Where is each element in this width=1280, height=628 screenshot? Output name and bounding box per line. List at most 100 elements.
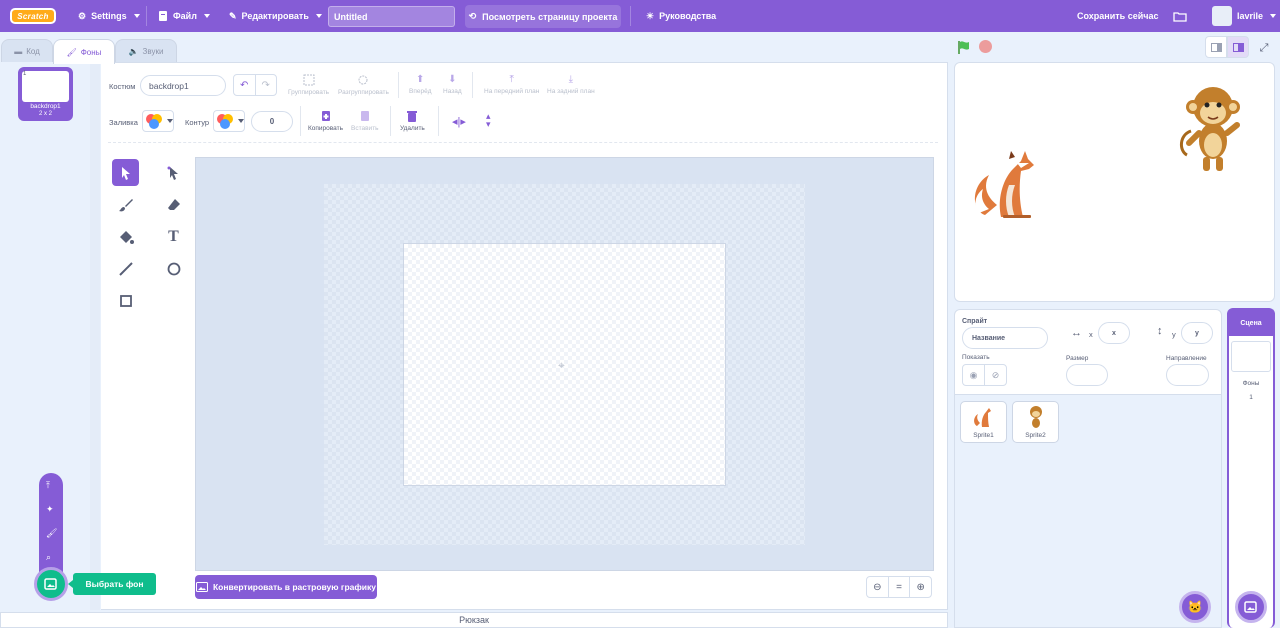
bring-front-button[interactable]: ⤒ На передний план — [484, 74, 539, 95]
circle-tool[interactable] — [160, 255, 187, 282]
y-label: y — [1172, 330, 1176, 339]
paint-bucket-icon — [119, 230, 134, 244]
fox-sprite — [974, 151, 1034, 218]
settings-menu[interactable]: ⚙ Settings — [78, 0, 140, 32]
backdrops-label: Фоны — [1242, 380, 1260, 387]
paste-icon — [360, 111, 369, 121]
stage-selector[interactable]: Сцена Фоны 1 — [1227, 308, 1275, 628]
ungroup-button[interactable]: Разгруппировать — [338, 74, 389, 96]
backdrop-preview — [22, 71, 69, 102]
outline-color-picker[interactable] — [213, 110, 245, 132]
convert-to-bitmap-button[interactable]: Конвертировать в растровую графику — [195, 575, 377, 599]
fill-color-picker[interactable] — [142, 110, 174, 132]
backpack-bar[interactable]: Рюкзак — [0, 612, 948, 628]
x-input[interactable]: x — [1098, 322, 1130, 344]
choose-sprite-button[interactable]: 🐱 — [1179, 591, 1211, 623]
paintbrush-icon: 🖌 — [66, 47, 77, 57]
eraser-tool[interactable] — [160, 191, 187, 218]
eye-off-icon[interactable]: ⊘ — [985, 365, 1006, 385]
sprite-tile[interactable]: Sprite2 — [1012, 401, 1059, 443]
reshape-tool[interactable] — [160, 159, 187, 186]
edit-menu[interactable]: ✎ Редактировать — [229, 0, 322, 32]
green-flag-icon[interactable] — [957, 40, 971, 59]
sprite-label: Спрайт — [962, 318, 988, 325]
stage[interactable] — [954, 62, 1275, 302]
y-input[interactable]: y — [1181, 322, 1213, 344]
zoom-in-icon[interactable]: ⊕ — [910, 577, 931, 597]
flip-horizontal-icon[interactable]: ◂|▸ — [452, 115, 466, 128]
brush-tool[interactable] — [112, 191, 139, 218]
small-stage-button[interactable] — [1205, 36, 1227, 58]
copy-button[interactable]: Копировать — [308, 110, 343, 132]
direction-label: Направление — [1166, 355, 1207, 362]
save-now-button[interactable]: Сохранить сейчас — [1077, 0, 1158, 32]
normal-stage-button[interactable] — [1227, 36, 1249, 58]
project-title-input[interactable] — [328, 6, 455, 27]
tab-sounds-label: Звуки — [142, 47, 164, 56]
paste-label: Вставить — [351, 125, 379, 132]
rectangle-tool[interactable] — [112, 287, 139, 314]
scrollbar[interactable] — [90, 62, 100, 610]
paste-button[interactable]: Вставить — [351, 110, 379, 132]
backdrop-size: 2 x 2 — [38, 111, 52, 117]
line-tool[interactable] — [112, 255, 139, 282]
sprite-tile[interactable]: Sprite1 — [960, 401, 1007, 443]
redo-icon[interactable]: ↷ — [256, 75, 277, 95]
direction-input[interactable] — [1166, 364, 1209, 386]
fill-tool[interactable] — [112, 223, 139, 250]
scratch-logo[interactable]: Scratch — [10, 8, 56, 24]
surprise-icon[interactable]: ✦ — [46, 504, 54, 515]
backdrop-add-icon — [1244, 601, 1257, 613]
sprite-name: Sprite2 — [1025, 432, 1046, 439]
menu-divider — [630, 6, 631, 26]
avatar[interactable] — [1212, 6, 1232, 26]
delete-label: Удалить — [400, 125, 425, 132]
search-icon[interactable]: ⌕ — [46, 552, 51, 563]
account-menu[interactable]: lavrile — [1237, 0, 1277, 32]
stop-icon[interactable] — [979, 40, 992, 53]
upload-icon[interactable]: ⤒ — [46, 480, 50, 491]
tutorials-button[interactable]: ☀ Руководства — [646, 0, 716, 32]
group-button[interactable]: Группировать — [288, 74, 329, 96]
choose-backdrop-button[interactable] — [34, 567, 68, 601]
choose-backdrop-tooltip: Выбрать фон — [68, 573, 156, 595]
speaker-icon: 🔈 — [128, 47, 139, 56]
file-label: Файл — [173, 11, 197, 21]
tab-code[interactable]: ▬ Код — [1, 39, 53, 63]
backdrop-thumbnail[interactable]: 1 backdrop1 2 x 2 — [18, 67, 73, 121]
crosshair-icon: ⌖ — [558, 358, 565, 372]
flip-vertical-icon[interactable]: ▴ ▾ — [486, 112, 491, 129]
send-back-button[interactable]: ⤓ На задний план — [547, 74, 595, 95]
eye-icon[interactable]: ◉ — [963, 365, 985, 385]
outline-width-input[interactable]: 0 — [251, 111, 293, 132]
folder-icon — [1173, 11, 1187, 22]
forward-button[interactable]: ⬆ Вперёд — [409, 74, 432, 95]
toolbar-divider — [300, 106, 301, 136]
group-icon — [303, 74, 315, 86]
fullscreen-icon[interactable]: ⤢ — [1254, 38, 1274, 58]
undo-redo-group: ↶ ↷ — [233, 74, 277, 96]
undo-icon[interactable]: ↶ — [234, 75, 256, 95]
stage-title: Сцена — [1229, 310, 1273, 336]
zoom-out-icon[interactable]: ⊖ — [867, 577, 889, 597]
sprite-name-input[interactable]: Название — [962, 327, 1048, 349]
file-menu[interactable]: Файл — [158, 0, 210, 32]
file-icon — [159, 11, 167, 21]
tab-backdrops[interactable]: 🖌 Фоны — [53, 39, 115, 64]
delete-button[interactable]: Удалить — [400, 110, 425, 132]
refresh-icon: ⟲ — [468, 11, 477, 21]
size-input[interactable] — [1066, 364, 1108, 386]
zoom-reset-icon[interactable]: = — [889, 577, 911, 597]
forward-label: Вперёд — [409, 88, 432, 95]
color-palette-icon — [217, 114, 233, 129]
choose-backdrop-stage-button[interactable] — [1235, 591, 1267, 623]
see-project-page-button[interactable]: ⟲ Посмотреть страницу проекта — [465, 5, 621, 28]
my-stuff-button[interactable] — [1173, 0, 1187, 32]
backward-button[interactable]: ⬇ Назад — [443, 74, 462, 95]
text-icon[interactable]: T — [160, 223, 187, 250]
select-tool[interactable] — [112, 159, 139, 186]
costume-name-input[interactable]: backdrop1 — [140, 75, 226, 96]
tab-sounds[interactable]: 🔈 Звуки — [115, 39, 177, 63]
paint-icon[interactable]: 🖌 — [46, 528, 57, 539]
pencil-icon: ✎ — [229, 10, 237, 21]
